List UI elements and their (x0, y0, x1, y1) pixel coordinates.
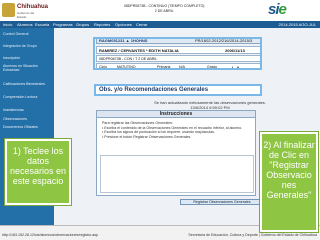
instructions-body: Para registrar las Observaciones General… (102, 121, 252, 139)
observations-header: Obs. y/o Recomendaciones Generales (94, 84, 262, 96)
nav-escuela[interactable]: Escuela (35, 22, 49, 27)
callout-step-1: 1) Teclee los datos necesarios en este e… (5, 139, 71, 205)
top-header: Chihuahua Gobierno del Estado 08DPR0673B… (0, 0, 320, 21)
sidebar-item-integracion[interactable]: Integración de Grupo (3, 44, 53, 48)
instructions-panel: Instrucciones Para registrar las Observa… (96, 110, 256, 196)
sidebar-item-calificaciones[interactable]: Calificaciones Bimestrales (3, 82, 53, 86)
school-name: 2 DE ABRIL (154, 9, 174, 13)
callout-step-2: 2) Al finalizar de Clic en "Registrar Ob… (260, 132, 318, 232)
sidebar-item-inscripcion[interactable]: Inscripción (3, 56, 53, 60)
status-url: http://163.152.28.12/sie/alumnos/observa… (2, 233, 99, 237)
logo-subtitle: Gobierno del Estado (17, 11, 35, 19)
government-logo: Chihuahua Gobierno del Estado (2, 2, 48, 19)
sidebar-item-control-general[interactable]: Control General (3, 32, 53, 36)
sidebar-item-inasistencias[interactable]: Inasistencias (3, 108, 53, 112)
school-info: 08DPR0673B - CONTINUO (TIEMPO COMPLETO) … (124, 4, 204, 14)
sidebar-item-comprension[interactable]: Comprensión Lectora (3, 95, 53, 99)
sidebar-item-documentos[interactable]: Documentos Oficiales (3, 125, 53, 129)
nav-grupos[interactable]: Grupos (76, 22, 89, 27)
observations-title: Obs. y/o Recomendaciones Generales (99, 87, 209, 93)
school-cycle: 2014-2015 AGO-JUL (278, 22, 316, 27)
nav-reportes[interactable]: Reportes (94, 22, 110, 27)
top-nav: Inicio Alumnos Escuela Programas Grupos … (0, 21, 320, 28)
nav-opciones[interactable]: Opciones (115, 22, 132, 27)
observations-textarea[interactable] (100, 155, 254, 193)
nav-alumnos[interactable]: Alumnos (17, 22, 33, 27)
coat-of-arms-icon (2, 3, 15, 17)
register-observations-button[interactable]: Registrar Observaciones Generales (180, 199, 264, 205)
nav-inicio[interactable]: Inicio (3, 22, 12, 27)
nav-cerrar[interactable]: Cerrar (136, 22, 147, 27)
student-highlight (93, 37, 262, 70)
nav-programas[interactable]: Programas (53, 22, 73, 27)
sidebar-item-observaciones[interactable]: Observaciones (3, 117, 53, 121)
instructions-title: Instrucciones (97, 111, 255, 118)
status-footer: Secretaría de Educación, Cultura y Depor… (188, 233, 317, 237)
logo-text: Chihuahua (17, 4, 48, 10)
instruction-line: • Presione el botón Registrar Observacio… (102, 134, 192, 139)
sidebar-item-extraedad[interactable]: Alumnos en Situación Extraedad (3, 64, 53, 72)
sie-logo: sie (268, 1, 287, 18)
success-notice: Se han actualizado exitosamente las obse… (150, 100, 270, 110)
